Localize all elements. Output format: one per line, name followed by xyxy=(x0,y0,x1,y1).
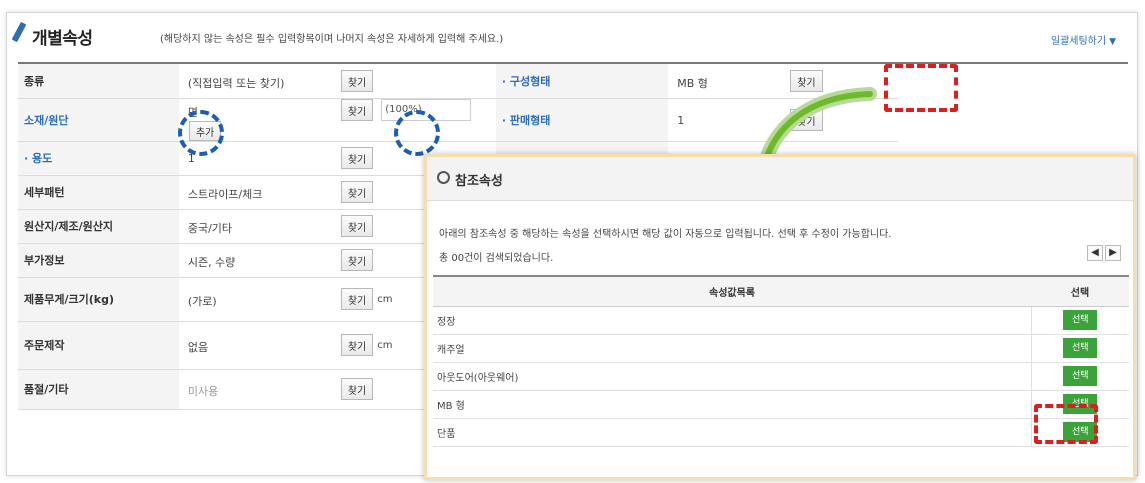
attr-label: 소재/원단 xyxy=(18,98,179,142)
table-row: 정장 선택 xyxy=(433,306,1129,335)
find-button[interactable]: 찾기 xyxy=(340,181,374,203)
table-row: 단품 선택 xyxy=(433,418,1129,447)
popup-instruction: 아래의 참조속성 중 해당하는 속성을 선택하시면 해당 값이 자동으로 입력됩… xyxy=(439,229,892,240)
attr-label: · 구성형태 xyxy=(495,64,669,99)
attr-field[interactable]: 없음 xyxy=(184,334,335,356)
next-page-icon[interactable]: ▶ xyxy=(1105,245,1121,261)
attr-field[interactable]: 중국/기타 xyxy=(184,215,335,237)
table-row: 캐주얼 선택 xyxy=(433,334,1129,363)
popup-header: 참조속성 xyxy=(427,157,1133,201)
unit-label: cm xyxy=(377,340,393,351)
attr-label: 종류 xyxy=(18,64,179,99)
unit-label: cm xyxy=(377,294,393,305)
attr-field[interactable]: 스트라이프/체크 xyxy=(184,181,335,203)
highlight-circle-value xyxy=(178,110,224,156)
attr-label: 세부패턴 xyxy=(18,175,179,210)
attr-field[interactable]: 미사용 xyxy=(184,378,335,400)
row-name: 단품 xyxy=(433,418,1031,447)
reference-attribute-popup: 참조속성 아래의 참조속성 중 해당하는 속성을 선택하시면 해당 값이 자동으… xyxy=(424,154,1136,480)
attr-label: 원산지/제조/원산지 xyxy=(18,209,179,244)
attr-label: 품절/기타 xyxy=(18,369,179,410)
popup-result-count: 총 00건이 검색되었습니다. xyxy=(439,253,554,264)
attr-label: · 판매형태 xyxy=(495,98,669,142)
batch-setting-link[interactable]: 일괄세팅하기 ▼ xyxy=(1051,32,1116,47)
find-button[interactable]: 찾기 xyxy=(340,378,374,400)
find-button[interactable]: 찾기 xyxy=(340,288,374,310)
column-header-name: 속성값목록 xyxy=(433,275,1031,307)
highlight-box-select xyxy=(1034,404,1098,444)
column-header-select: 선택 xyxy=(1031,275,1129,307)
find-button[interactable]: 찾기 xyxy=(340,98,374,121)
section-header: 개별속성 (해당하지 않는 속성은 필수 입력항목이며 나머지 속성은 자세하게… xyxy=(10,18,1130,52)
popup-title: 참조속성 xyxy=(455,174,503,189)
attr-label: · 용도 xyxy=(18,141,179,176)
find-button[interactable]: 찾기 xyxy=(340,249,374,271)
row-name: 아웃도어(아웃웨어) xyxy=(433,362,1031,391)
attr-field-type[interactable]: (직접입력 또는 찾기) xyxy=(184,69,335,92)
settings-icon xyxy=(437,171,450,184)
chevron-down-icon: ▼ xyxy=(1109,37,1116,47)
table-row: 아웃도어(아웃웨어) 선택 xyxy=(433,362,1129,391)
reference-table: 속성값목록 선택 정장 선택 캐주얼 선택 아웃도어(아웃웨어) 선택 MB 형… xyxy=(433,275,1129,447)
page-title: 개별속성 xyxy=(32,29,93,49)
select-button[interactable]: 선택 xyxy=(1063,310,1098,330)
select-button[interactable]: 선택 xyxy=(1063,366,1098,386)
attr-field[interactable]: (가로) xyxy=(184,288,335,310)
prev-page-icon[interactable]: ◀ xyxy=(1087,245,1103,261)
find-button[interactable]: 찾기 xyxy=(340,334,374,356)
table-row: MB 형 선택 xyxy=(433,390,1129,419)
attr-field[interactable]: 시즌, 수량 xyxy=(184,249,335,271)
attr-label: 제품무게/크기(kg) xyxy=(18,277,179,322)
highlight-box-find xyxy=(884,64,958,112)
find-button[interactable]: 찾기 xyxy=(340,147,374,169)
pager: ◀ ▶ xyxy=(1085,245,1121,261)
title-description: (해당하지 않는 속성은 필수 입력항목이며 나머지 속성은 자세하게 입력해 … xyxy=(160,34,504,45)
find-button[interactable]: 찾기 xyxy=(340,69,374,92)
highlight-circle-percent xyxy=(394,110,440,156)
pencil-icon xyxy=(11,21,27,43)
find-button[interactable]: 찾기 xyxy=(340,215,374,237)
row-name: 정장 xyxy=(433,306,1031,335)
row-name: MB 형 xyxy=(433,390,1031,419)
select-button[interactable]: 선택 xyxy=(1063,338,1098,358)
row-name: 캐주얼 xyxy=(433,334,1031,363)
attr-label: 부가정보 xyxy=(18,243,179,278)
attr-label: 주문제작 xyxy=(18,321,179,370)
